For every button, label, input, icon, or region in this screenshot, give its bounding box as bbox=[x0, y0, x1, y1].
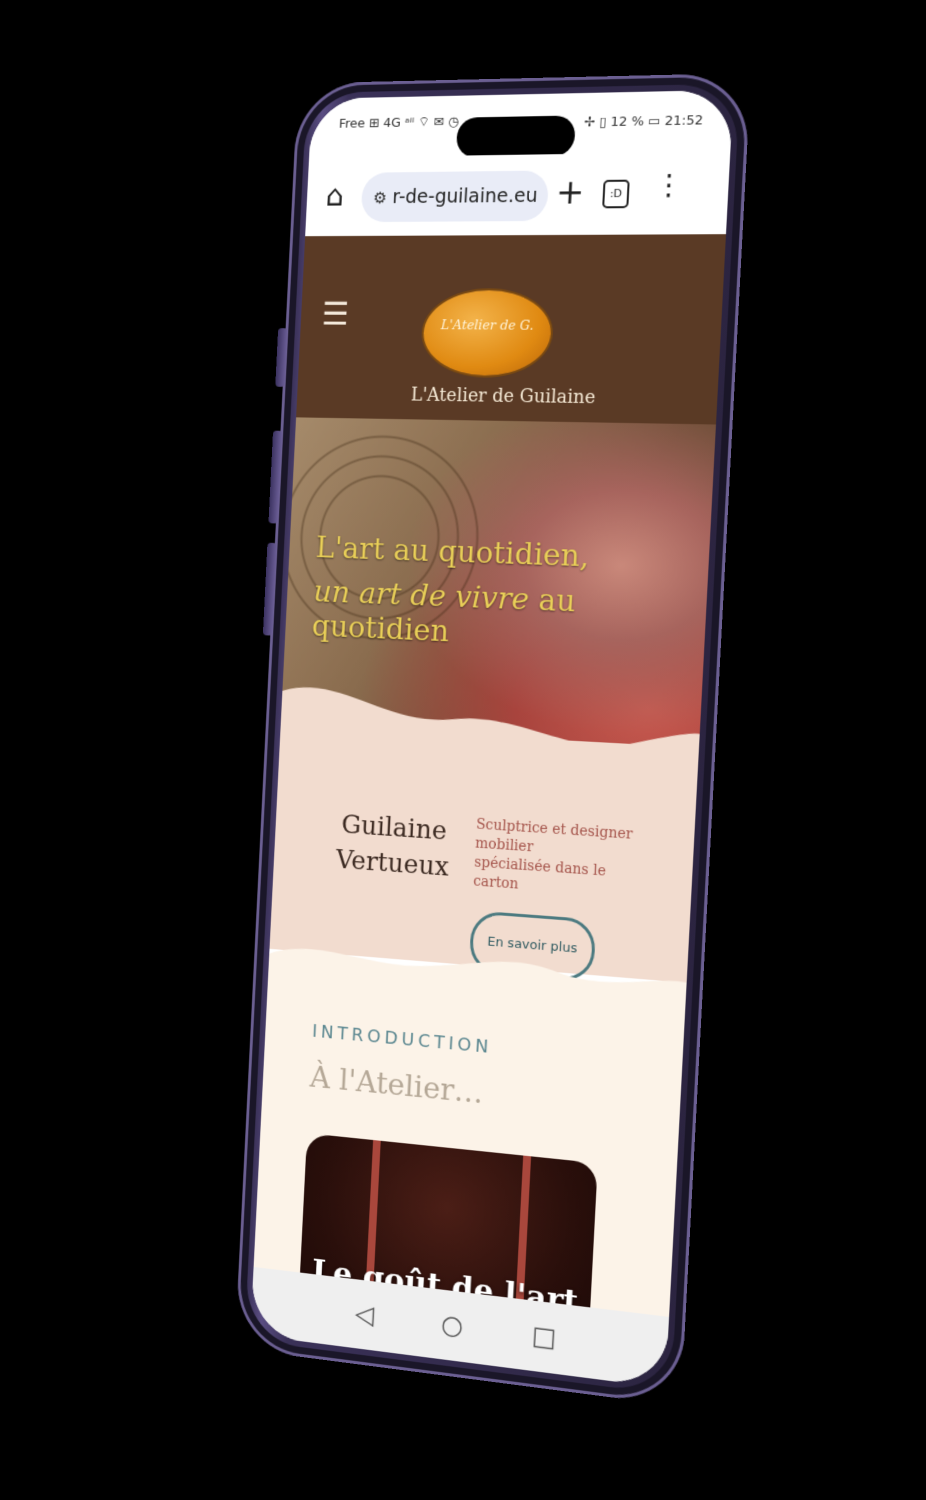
phone-screen: Free ⊞ 4G ᵃⁱˡ ⌔ ✉ ◷ ✢ ▯ 12 % ▭ 21:52 ⌂ ⚙… bbox=[250, 89, 734, 1389]
profile-tagline: Sculptrice et designer mobilier spéciali… bbox=[472, 816, 634, 893]
browser-menu-icon[interactable]: ⋮ bbox=[654, 168, 684, 202]
dynamic-island bbox=[455, 115, 576, 158]
home-icon[interactable]: ⌂ bbox=[325, 179, 345, 214]
browser-toolbar: ⌂ ⚙ r-de-guilaine.eu + :D ⋮ bbox=[305, 151, 731, 237]
logo-text: L'Atelier de G. bbox=[440, 318, 535, 334]
section-eyebrow: INTRODUCTION bbox=[311, 1020, 493, 1059]
tab-switcher-button[interactable]: :D bbox=[602, 179, 630, 209]
status-left-icons: Free ⊞ 4G ᵃⁱˡ ⌔ ✉ ◷ bbox=[338, 114, 460, 132]
site-name: L'Atelier de Guilaine bbox=[410, 384, 596, 409]
hero-headline-line2: un art de vivre au quotidien bbox=[311, 574, 577, 650]
url-text: r-de-guilaine.eu bbox=[391, 184, 539, 209]
url-bar[interactable]: ⚙ r-de-guilaine.eu bbox=[360, 170, 550, 223]
profile-name: Guilaine Vertueux bbox=[335, 809, 450, 883]
site-header: ☰ L'Atelier de G. L'Atelier de Guilaine bbox=[296, 234, 726, 425]
section-title: À l'Atelier… bbox=[309, 1060, 485, 1112]
new-tab-icon[interactable]: + bbox=[555, 172, 585, 213]
back-icon[interactable]: ◁ bbox=[354, 1299, 374, 1331]
hamburger-menu-icon[interactable]: ☰ bbox=[321, 295, 350, 332]
hero-headline-line1: L'art au quotidien, bbox=[314, 530, 591, 575]
site-logo[interactable]: L'Atelier de G. bbox=[421, 290, 553, 377]
status-right-icons: ✢ ▯ 12 % ▭ 21:52 bbox=[583, 113, 704, 131]
phone-mockup: Free ⊞ 4G ᵃⁱˡ ⌔ ✉ ◷ ✢ ▯ 12 % ▭ 21:52 ⌂ ⚙… bbox=[234, 72, 752, 1407]
site-settings-icon[interactable]: ⚙ bbox=[373, 188, 388, 207]
home-circle-icon[interactable]: ○ bbox=[440, 1310, 464, 1342]
recents-icon[interactable]: □ bbox=[531, 1321, 557, 1354]
intro-section: INTRODUCTION À l'Atelier… Le goût de l'a… bbox=[253, 958, 687, 1365]
